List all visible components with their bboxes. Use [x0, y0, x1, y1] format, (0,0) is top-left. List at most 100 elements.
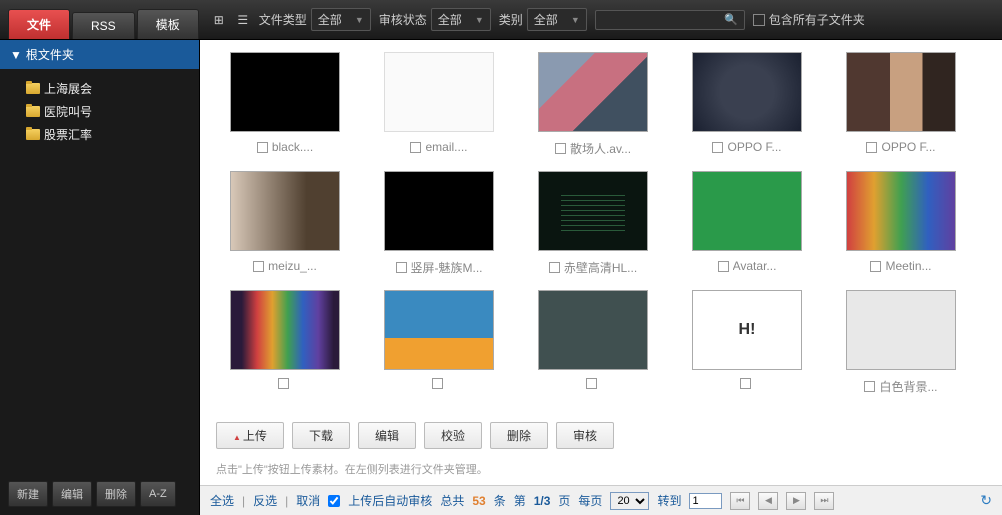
file-item[interactable] — [516, 290, 670, 395]
item-filename: Avatar... — [733, 259, 777, 273]
total-prefix: 总共 — [440, 492, 464, 509]
triangle-down-icon: ▼ — [10, 48, 22, 62]
include-subfolders-checkbox[interactable] — [753, 14, 765, 26]
thumbnail — [846, 290, 956, 370]
item-filename: OPPO F... — [727, 140, 781, 154]
file-item[interactable]: Meetin... — [824, 171, 978, 276]
sidebar-folder-item[interactable]: 上海展会 — [0, 77, 199, 100]
file-item[interactable]: OPPO F... — [670, 52, 824, 157]
thumbnail — [692, 52, 802, 132]
file-item[interactable]: OPPO F... — [824, 52, 978, 157]
sidebar-root-folder[interactable]: ▼根文件夹 — [0, 40, 199, 69]
toolbar: ⊞ ☰ 文件类型 全部▼ 审核状态 全部▼ 类别 全部▼ 🔍 包含所有子文件夹 — [199, 8, 1002, 31]
thumbnail-grid: black.... email.... 散场人.av... OPPO F... … — [200, 40, 1002, 414]
item-checkbox[interactable] — [555, 143, 566, 154]
file-item[interactable]: meizu_... — [208, 171, 362, 276]
edit-button[interactable]: 编辑 — [358, 422, 416, 449]
tab-files[interactable]: 文件 — [8, 9, 70, 39]
item-checkbox[interactable] — [870, 261, 881, 272]
edit-folder-button[interactable]: 编辑 — [52, 481, 92, 507]
delete-button[interactable]: 删除 — [490, 422, 548, 449]
file-item[interactable]: Avatar... — [670, 171, 824, 276]
item-checkbox[interactable] — [278, 378, 289, 389]
refresh-icon[interactable]: ↻ — [980, 492, 992, 509]
page-indicator: 1/3 — [534, 494, 551, 508]
first-page-button[interactable]: ⏮ — [730, 492, 750, 510]
item-filename: 散场人.av... — [570, 140, 631, 157]
item-checkbox[interactable] — [410, 142, 421, 153]
sidebar-actions: 新建 编辑 删除 A-Z — [0, 473, 199, 515]
chevron-down-icon: ▼ — [475, 15, 484, 25]
file-item[interactable]: 散场人.av... — [516, 52, 670, 157]
item-filename: black.... — [272, 140, 313, 154]
file-type-label: 文件类型 — [259, 11, 307, 28]
audit-status-label: 审核状态 — [379, 11, 427, 28]
search-input[interactable]: 🔍 — [595, 10, 745, 30]
per-page-select[interactable]: 20 — [610, 492, 649, 510]
item-checkbox[interactable] — [396, 262, 407, 273]
thumbnail — [538, 290, 648, 370]
audit-status-select[interactable]: 全部▼ — [431, 8, 491, 31]
upload-button[interactable]: 上传 — [216, 422, 284, 449]
file-item[interactable]: black.... — [208, 52, 362, 157]
file-item[interactable]: 赤壁高清HL... — [516, 171, 670, 276]
grid-view-icon[interactable]: ⊞ — [211, 12, 227, 28]
delete-folder-button[interactable]: 删除 — [96, 481, 136, 507]
thumbnail — [846, 52, 956, 132]
new-folder-button[interactable]: 新建 — [8, 481, 48, 507]
chevron-down-icon: ▼ — [355, 15, 364, 25]
category-select[interactable]: 全部▼ — [527, 8, 587, 31]
category-label: 类别 — [499, 11, 523, 28]
file-item[interactable] — [208, 290, 362, 395]
item-filename: 竖屏-魅族M... — [411, 259, 483, 276]
item-filename: 赤壁高清HL... — [564, 259, 637, 276]
total-count: 53 — [472, 494, 485, 508]
sidebar: ▼根文件夹 上海展会 医院叫号 股票汇率 新建 编辑 删除 A-Z — [0, 40, 200, 515]
invert-selection-link[interactable]: 反选 — [253, 492, 277, 509]
cancel-selection-link[interactable]: 取消 — [296, 492, 320, 509]
item-filename: OPPO F... — [881, 140, 935, 154]
sidebar-folder-item[interactable]: 医院叫号 — [0, 100, 199, 123]
file-type-select[interactable]: 全部▼ — [311, 8, 371, 31]
item-checkbox[interactable] — [712, 142, 723, 153]
tab-rss[interactable]: RSS — [72, 12, 135, 39]
item-checkbox[interactable] — [257, 142, 268, 153]
item-checkbox[interactable] — [549, 262, 560, 273]
action-bar: 上传 下载 编辑 校验 删除 审核 点击"上传"按钮上传素材。在左侧列表进行文件… — [200, 414, 1002, 485]
item-checkbox[interactable] — [432, 378, 443, 389]
sidebar-folder-item[interactable]: 股票汇率 — [0, 123, 199, 146]
item-checkbox[interactable] — [866, 142, 877, 153]
thumbnail — [538, 52, 648, 132]
list-view-icon[interactable]: ☰ — [235, 12, 251, 28]
download-button[interactable]: 下载 — [292, 422, 350, 449]
top-bar: 文件 RSS 模板 ⊞ ☰ 文件类型 全部▼ 审核状态 全部▼ 类别 全部▼ 🔍… — [0, 0, 1002, 40]
select-all-link[interactable]: 全选 — [210, 492, 234, 509]
goto-input[interactable] — [689, 493, 722, 509]
thumbnail — [230, 52, 340, 132]
thumbnail — [384, 171, 494, 251]
prev-page-button[interactable]: ◀ — [758, 492, 778, 510]
verify-button[interactable]: 校验 — [424, 422, 482, 449]
audit-button[interactable]: 审核 — [556, 422, 614, 449]
folder-icon — [26, 83, 40, 94]
file-item[interactable]: H! — [670, 290, 824, 395]
last-page-button[interactable]: ⏭ — [814, 492, 834, 510]
auto-audit-checkbox[interactable] — [328, 495, 340, 507]
file-item[interactable] — [362, 290, 516, 395]
item-checkbox[interactable] — [253, 261, 264, 272]
thumbnail — [384, 290, 494, 370]
item-filename: 白色背景... — [879, 378, 937, 395]
item-checkbox[interactable] — [864, 381, 875, 392]
item-checkbox[interactable] — [718, 261, 729, 272]
tab-templates[interactable]: 模板 — [137, 9, 199, 39]
folder-icon — [26, 129, 40, 140]
item-checkbox[interactable] — [740, 378, 751, 389]
next-page-button[interactable]: ▶ — [786, 492, 806, 510]
file-item[interactable]: 白色背景... — [824, 290, 978, 395]
sort-button[interactable]: A-Z — [140, 481, 176, 507]
folder-tree: 上海展会 医院叫号 股票汇率 — [0, 69, 199, 473]
item-checkbox[interactable] — [586, 378, 597, 389]
file-item[interactable]: email.... — [362, 52, 516, 157]
thumbnail — [538, 171, 648, 251]
file-item[interactable]: 竖屏-魅族M... — [362, 171, 516, 276]
